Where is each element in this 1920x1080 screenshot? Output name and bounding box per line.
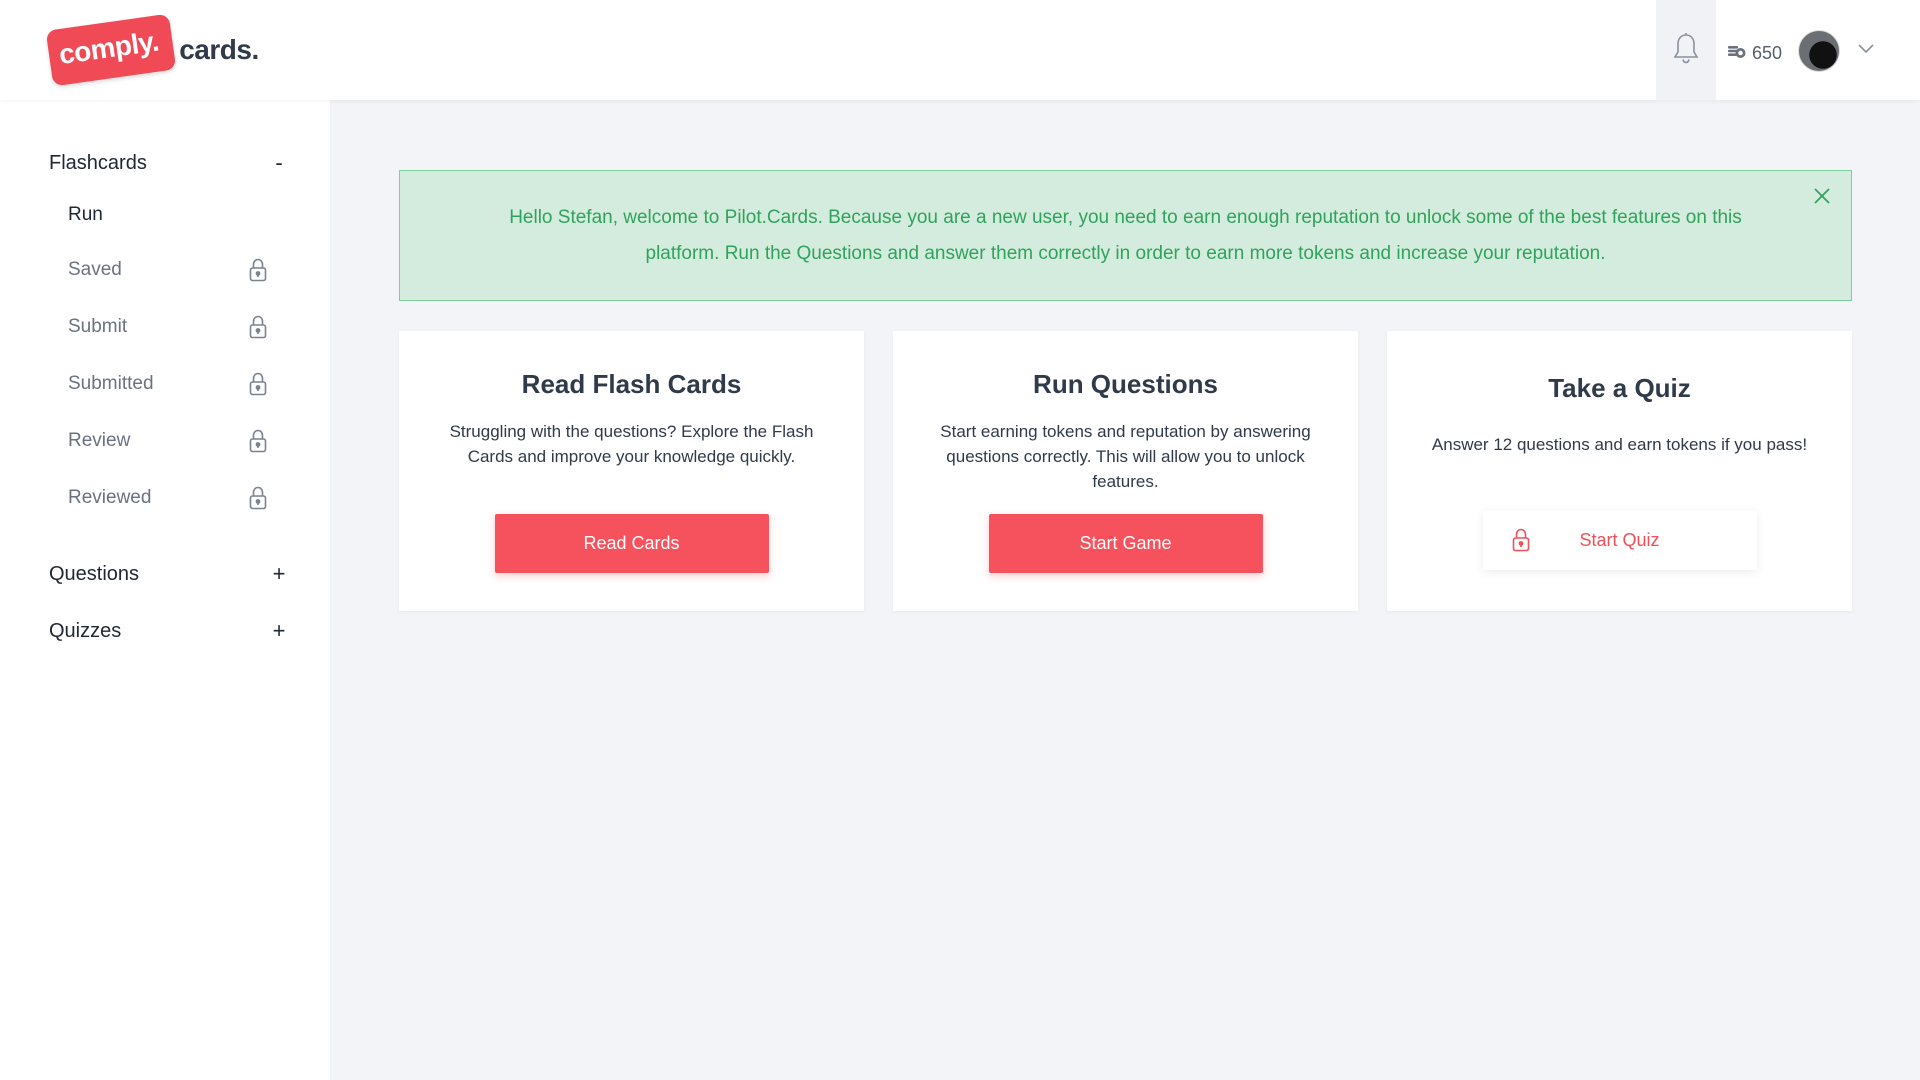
lock-icon (248, 486, 268, 510)
card-title: Run Questions (1033, 369, 1218, 399)
sidebar-item-label: Submitted (68, 373, 154, 394)
bell-icon (1672, 32, 1700, 69)
lock-icon (248, 315, 268, 339)
sidebar-item-review[interactable]: Review (68, 426, 268, 456)
sidebar-item-saved[interactable]: Saved (68, 255, 268, 285)
start-game-button[interactable]: Start Game (988, 514, 1263, 573)
chevron-down-icon (1858, 41, 1874, 59)
sidebar-item-submitted[interactable]: Submitted (68, 369, 268, 399)
collapse-toggle[interactable]: - (269, 150, 289, 176)
logo-badge: comply. (45, 13, 177, 87)
card-run-questions: Run Questions Start earning tokens and r… (893, 331, 1358, 611)
alert-close-button[interactable] (1811, 187, 1833, 209)
notifications-button[interactable] (1656, 0, 1716, 100)
account-menu-toggle[interactable] (1856, 40, 1876, 60)
sidebar-item-reviewed[interactable]: Reviewed (68, 483, 268, 513)
sidebar-item-label: Run (68, 204, 103, 225)
card-take-a-quiz: Take a Quiz Answer 12 questions and earn… (1387, 331, 1852, 611)
lock-icon (248, 429, 268, 453)
sidebar-section-label: Questions (49, 562, 140, 585)
sidebar-item-submit[interactable]: Submit (68, 312, 268, 342)
sidebar-section-label: Flashcards (49, 151, 147, 174)
sidebar-item-label: Saved (68, 259, 122, 280)
user-avatar[interactable] (1798, 30, 1840, 72)
sidebar-section-questions[interactable]: Questions + (49, 559, 289, 589)
card-read-flash-cards: Read Flash Cards Struggling with the que… (399, 331, 864, 611)
start-quiz-button[interactable]: Start Quiz (1482, 511, 1757, 570)
sidebar-item-label: Submit (68, 316, 128, 337)
token-balance: 650 (1728, 38, 1782, 68)
card-description: Start earning tokens and reputation by a… (940, 422, 1311, 491)
lock-icon (248, 372, 268, 396)
lock-icon (248, 258, 268, 282)
sidebar-section-flashcards[interactable]: Flashcards - (49, 148, 289, 178)
sidebar-section-label: Quizzes (49, 619, 122, 642)
token-count: 650 (1752, 42, 1783, 63)
card-title: Take a Quiz (1548, 373, 1691, 403)
close-icon (1814, 187, 1830, 209)
sidebar-item-run[interactable]: Run (68, 200, 268, 230)
welcome-alert: Hello Stefan, welcome to Pilot.Cards. Be… (399, 170, 1852, 301)
sidebar-section-quizzes[interactable]: Quizzes + (49, 616, 289, 646)
sidebar-item-label: Reviewed (68, 487, 152, 508)
expand-toggle[interactable]: + (269, 618, 289, 644)
sidebar-item-label: Review (68, 430, 131, 451)
sidebar: Flashcards - Run Saved Submit Submitted … (0, 100, 330, 1080)
card-title: Read Flash Cards (521, 369, 742, 399)
card-description: Struggling with the questions? Explore t… (449, 422, 814, 466)
alert-message: Hello Stefan, welcome to Pilot.Cards. Be… (509, 206, 1742, 264)
top-header: comply. cards. 650 (0, 0, 1920, 100)
coins-icon (1728, 43, 1746, 64)
expand-toggle[interactable]: + (269, 561, 289, 587)
app-logo[interactable]: comply. cards. (45, 13, 259, 87)
card-description: Answer 12 questions and earn tokens if y… (1431, 435, 1808, 454)
lock-icon (1511, 528, 1531, 552)
logo-suffix: cards. (179, 34, 259, 65)
read-cards-button[interactable]: Read Cards (494, 514, 769, 573)
start-quiz-label: Start Quiz (1579, 530, 1660, 550)
